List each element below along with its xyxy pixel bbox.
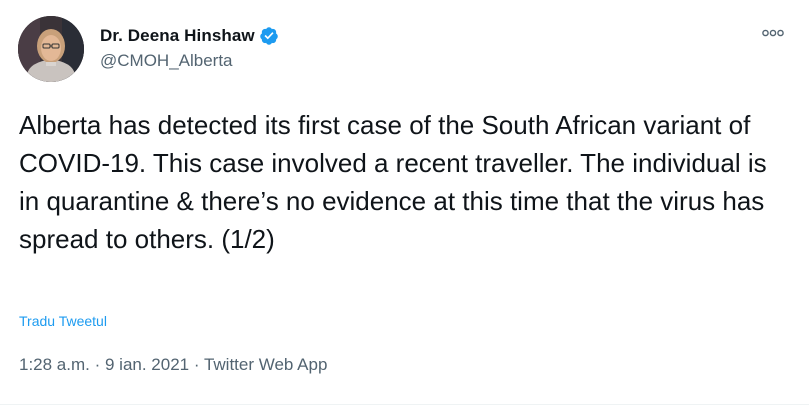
tweet-time[interactable]: 1:28 a.m. [19,355,90,374]
meta-separator: · [189,355,204,374]
translate-tweet-link[interactable]: Tradu Tweetul [19,313,107,329]
author-avatar[interactable] [18,16,84,82]
meta-separator: · [89,355,105,374]
display-name-row: Dr. Deena Hinshaw [100,24,279,48]
more-options-button[interactable] [761,24,785,42]
verified-badge-icon [259,27,278,45]
avatar-photo [18,16,84,82]
author-handle[interactable]: @CMOH_Alberta [100,51,279,71]
tweet-text: Alberta has detected its first case of t… [19,110,767,254]
tweet-meta: 1:28 a.m. · 9 ian. 2021 · Twitter Web Ap… [19,355,327,375]
author-names: Dr. Deena Hinshaw @CMOH_Alberta [100,24,279,71]
tweet-card: Dr. Deena Hinshaw @CMOH_Alberta Alberta … [0,0,809,405]
tweet-date[interactable]: 9 ian. 2021 [105,355,189,374]
more-options-icon [762,29,784,37]
tweet-header: Dr. Deena Hinshaw @CMOH_Alberta [18,16,791,86]
author-display-name[interactable]: Dr. Deena Hinshaw [100,26,255,46]
tweet-source[interactable]: Twitter Web App [204,355,327,374]
